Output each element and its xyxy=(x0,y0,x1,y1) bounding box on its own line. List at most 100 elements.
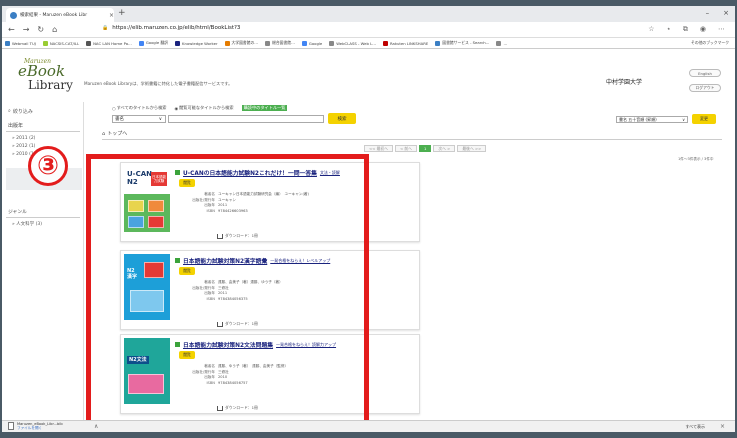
minimize-icon[interactable]: – xyxy=(706,9,710,17)
publication-year-heading: 出版年 xyxy=(8,123,24,129)
university-name: 中村学園大学 xyxy=(606,79,643,86)
book-subtitle[interactable]: 文法・読解 xyxy=(320,170,340,176)
show-all-downloads[interactable]: すべて表示 xyxy=(685,424,705,430)
forward-icon[interactable]: → xyxy=(23,25,30,34)
english-button[interactable]: English xyxy=(689,69,721,77)
read-button[interactable]: 閲覧 xyxy=(179,351,195,359)
bookmark-item[interactable]: … xyxy=(496,40,507,46)
url-field[interactable]: 🔒 https://elib.maruzen.co.jp/elib/html/B… xyxy=(102,25,240,31)
radio-all-titles[interactable]: ○ すべてのタイトルから検索 xyxy=(112,105,166,111)
file-options-icon[interactable]: ∧ xyxy=(94,423,98,430)
more-menu-icon[interactable]: ⋯ xyxy=(718,25,725,34)
open-file-link[interactable]: ファイルを開く xyxy=(17,426,63,430)
refine-header: ⌕ 絞り込み xyxy=(8,108,33,115)
refine-label: 絞り込み xyxy=(12,109,33,115)
search-button[interactable]: 検索 xyxy=(328,113,356,124)
address-bar: ← → ↻ ⌂ 🔒 https://elib.maruzen.co.jp/eli… xyxy=(2,22,735,38)
window-controls: – × xyxy=(706,9,729,17)
download-info[interactable]: ダウンロード：1冊 xyxy=(217,233,258,239)
bookmark-icon xyxy=(329,40,335,46)
title-bar: 検索結果 - Maruzen eBook Libr × + – × xyxy=(2,6,735,22)
book-title-link[interactable]: 日本語能力試験対策N2文法問題集 xyxy=(183,340,273,349)
bookmark-item[interactable]: Webmail TUJ xyxy=(5,40,36,46)
bullet-icon xyxy=(175,170,180,175)
favorites-icon[interactable]: ⋆ xyxy=(667,25,671,34)
book-cover[interactable]: N2文法 xyxy=(124,338,170,404)
new-tab-button[interactable]: + xyxy=(118,9,126,18)
home-icon[interactable]: ⌂ xyxy=(52,25,57,34)
tab-close-icon[interactable]: × xyxy=(109,12,114,19)
downloaded-file[interactable]: Maruzen_eBook_Libr...bib ファイルを開く xyxy=(8,422,63,430)
page-current[interactable]: 1 xyxy=(418,145,432,152)
close-window-icon[interactable]: × xyxy=(723,9,729,17)
sort-change-button[interactable]: 変更 xyxy=(692,114,716,124)
browser-tab[interactable]: 検索結果 - Maruzen eBook Libr × xyxy=(6,8,114,22)
bookmark-item[interactable]: WebCLASS - Web L… xyxy=(329,40,376,46)
logo-library: Library xyxy=(28,78,73,92)
book-cover[interactable]: N2 漢字 xyxy=(124,254,170,320)
bookmark-item[interactable]: 総合図書館… xyxy=(265,40,295,46)
bookmark-icon xyxy=(265,40,271,46)
book-subtitle[interactable]: 一発合格をねらえ！レベルアップ xyxy=(270,258,330,264)
book-title-link[interactable]: U-CANの日本語能力試験N2これだけ！一問一答集 xyxy=(183,168,317,177)
pagination: << 最初へ < 前へ 1 次へ > 最後へ >> xyxy=(364,145,487,152)
genre-filter-item[interactable]: » 人文科学 (3) xyxy=(12,221,42,227)
favorite-star-icon[interactable]: ☆ xyxy=(648,25,654,34)
book-cover[interactable]: U-CAN N2 日本語能力試験 xyxy=(124,166,170,232)
downloads-bar: Maruzen_eBook_Libr...bib ファイルを開く ∧ すべて表示… xyxy=(2,420,735,432)
bookmark-item[interactable]: Rakuten LINKSHARE xyxy=(383,40,428,46)
browser-window: 検索結果 - Maruzen eBook Libr × + – × ← → ↻ … xyxy=(2,6,735,432)
reload-icon[interactable]: ↻ xyxy=(37,25,44,34)
bookmark-item[interactable]: NAC LAN Home Pa… xyxy=(86,40,132,46)
tab-title: 検索結果 - Maruzen eBook Libr xyxy=(20,13,88,18)
bookmark-item[interactable]: Google xyxy=(301,40,322,46)
download-info[interactable]: ダウンロード：1冊 xyxy=(217,405,258,411)
site-header: Maruzen eBook Library Maruzen eBook Libr… xyxy=(2,50,735,100)
bookmark-icon xyxy=(42,40,48,46)
read-button[interactable]: 閲覧 xyxy=(179,179,195,187)
sort-select[interactable]: 書名 五十音順 (昇順) ∨ xyxy=(616,116,688,123)
bookmark-icon xyxy=(435,40,441,46)
book-title-row: 日本語能力試験対策N2文法問題集 一発合格をねらえ！読解力アップ xyxy=(175,340,336,349)
book-title-link[interactable]: 日本語能力試験対策N2漢字語彙 xyxy=(183,256,267,265)
profile-icon[interactable]: ◉ xyxy=(700,25,706,34)
year-filter-item[interactable]: » 2012 (1) xyxy=(12,144,35,149)
bookmark-icon xyxy=(5,40,10,46)
breadcrumb-top-link[interactable]: トップへ xyxy=(107,130,127,137)
divider xyxy=(102,139,722,140)
search-input[interactable] xyxy=(168,115,324,123)
radio-available-titles[interactable]: ◉ 閲覧可能なタイトルから検索 xyxy=(174,105,233,111)
download-info[interactable]: ダウンロード：1冊 xyxy=(217,321,258,327)
bookmark-item[interactable]: NACSIS-CAT/ILL xyxy=(42,40,79,46)
cover-text: U-CAN N2 xyxy=(127,170,153,186)
bookmark-item[interactable]: 図書館サービス - Search… xyxy=(435,40,489,46)
bookmark-item[interactable]: Knowledge Worker xyxy=(175,40,218,46)
search-field-select[interactable]: 書名 ∨ xyxy=(112,115,166,123)
maruzen-ebook-library-logo[interactable]: Maruzen eBook Library xyxy=(18,58,78,96)
search-area: ○ すべてのタイトルから検索 ◉ 閲覧可能なタイトルから検索 購読中のタイトル一… xyxy=(106,104,726,134)
collections-icon[interactable]: ⧉ xyxy=(683,25,688,34)
subscribed-titles-link[interactable]: 購読中のタイトル一覧 xyxy=(241,105,288,111)
back-icon[interactable]: ← xyxy=(8,25,15,34)
page-prev[interactable]: < 前へ xyxy=(394,145,417,152)
book-card: N2 漢字 日本語能力試験対策N2漢字語彙 一発合格をねらえ！レベルアップ 閲覧… xyxy=(120,250,420,330)
other-bookmarks[interactable]: その他のブックマーク xyxy=(691,40,729,46)
read-button[interactable]: 閲覧 xyxy=(179,267,195,275)
lock-icon: 🔒 xyxy=(102,25,109,31)
favicon-icon xyxy=(10,11,17,19)
cover-text: N2文法 xyxy=(127,356,149,364)
page-first[interactable]: << 最初へ xyxy=(364,145,393,152)
breadcrumb[interactable]: ⌂ トップへ xyxy=(102,130,127,138)
book-metadata: 著者名 遠藤、ゆう子（著） 遠藤、由美子（監修） 出版社/発行年 三修社 出版年 20… xyxy=(192,364,289,385)
book-subtitle[interactable]: 一発合格をねらえ！読解力アップ xyxy=(276,342,336,348)
book-metadata: 著者名 遠藤、由美子（著）遠藤、ゆう子（著） 出版社/発行年 三修社 出版年 2011… xyxy=(192,280,283,301)
logout-button[interactable]: ログアウト xyxy=(689,84,721,92)
bookmark-item[interactable]: Google 翻訳 xyxy=(138,40,168,46)
bookmark-item[interactable]: 大学図書館の… xyxy=(224,40,258,46)
page-last[interactable]: 最後へ >> xyxy=(457,145,487,152)
close-downloads-icon[interactable]: × xyxy=(720,423,725,430)
cover-text: N2 漢字 xyxy=(127,268,138,280)
page-next[interactable]: 次へ > xyxy=(433,145,456,152)
year-filter-item[interactable]: » 2011 (2) xyxy=(12,136,35,141)
bookmark-icon xyxy=(383,40,388,46)
